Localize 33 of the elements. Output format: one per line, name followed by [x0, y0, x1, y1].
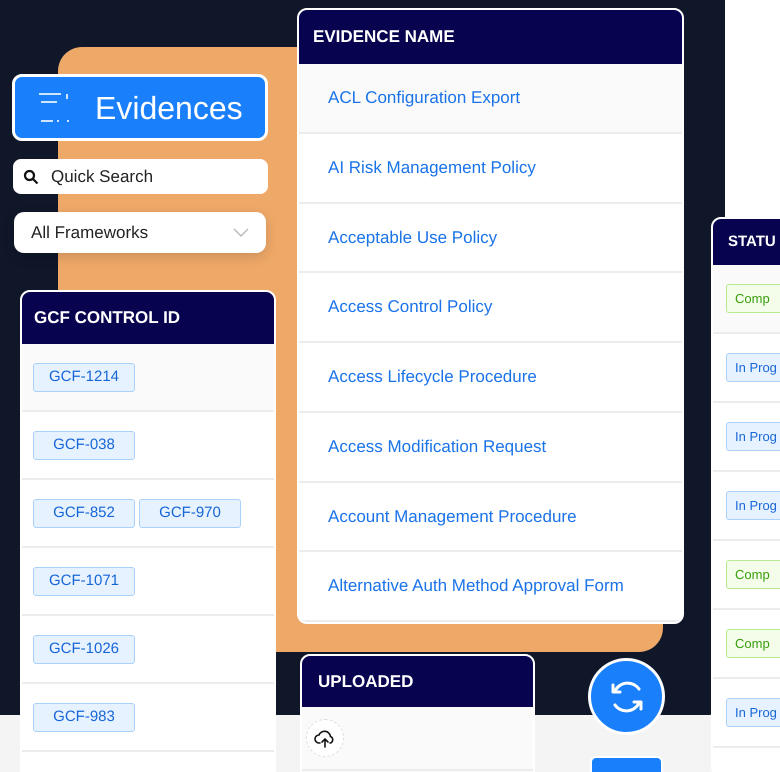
status-tag: In Prog: [726, 491, 780, 520]
control-id-tag: GCF-970: [139, 498, 241, 528]
status-tag: In Prog: [726, 353, 780, 382]
control-id-tag: GCF-983: [33, 702, 135, 732]
status-tag: Comp: [726, 560, 780, 589]
column-header: EVIDENCE NAME: [299, 10, 682, 64]
evidence-link[interactable]: Alternative Auth Method Approval Form: [328, 573, 624, 599]
search-field[interactable]: Quick Search: [13, 159, 268, 194]
status-tag: In Prog: [726, 422, 780, 451]
column-header: GCF CONTROL ID: [22, 292, 274, 344]
evidence-link[interactable]: ACL Configuration Export: [328, 85, 520, 111]
control-id-tag: GCF-852: [33, 498, 135, 528]
control-id-tag: GCF-038: [33, 430, 135, 460]
evidence-link[interactable]: AI Risk Management Policy: [328, 154, 536, 180]
column-header: STATU: [713, 219, 780, 265]
upload-button[interactable]: [306, 719, 344, 757]
evidence-link[interactable]: Account Management Procedure: [328, 504, 577, 530]
status-tag: Comp: [726, 284, 780, 313]
column-header: UPLOADED: [302, 656, 533, 707]
control-id-tag: GCF-1214: [33, 362, 135, 392]
evidence-link[interactable]: Access Lifecycle Procedure: [328, 364, 537, 390]
evidence-link[interactable]: Access Modification Request: [328, 434, 546, 460]
control-id-tag: GCF-1071: [33, 566, 135, 596]
search-icon: [23, 169, 39, 185]
evidence-link[interactable]: Acceptable Use Policy: [328, 224, 498, 250]
framework-dropdown[interactable]: All Frameworks: [14, 212, 266, 253]
evidence-link[interactable]: Access Control Policy: [328, 294, 492, 320]
control-id-tag: GCF-1026: [33, 634, 135, 664]
chevron-down-icon: [233, 228, 249, 238]
page-title: Evidences: [95, 88, 243, 128]
cloud-upload-icon: [314, 728, 336, 748]
status-tag: In Prog: [726, 698, 780, 727]
status-tag: Comp: [726, 629, 780, 658]
